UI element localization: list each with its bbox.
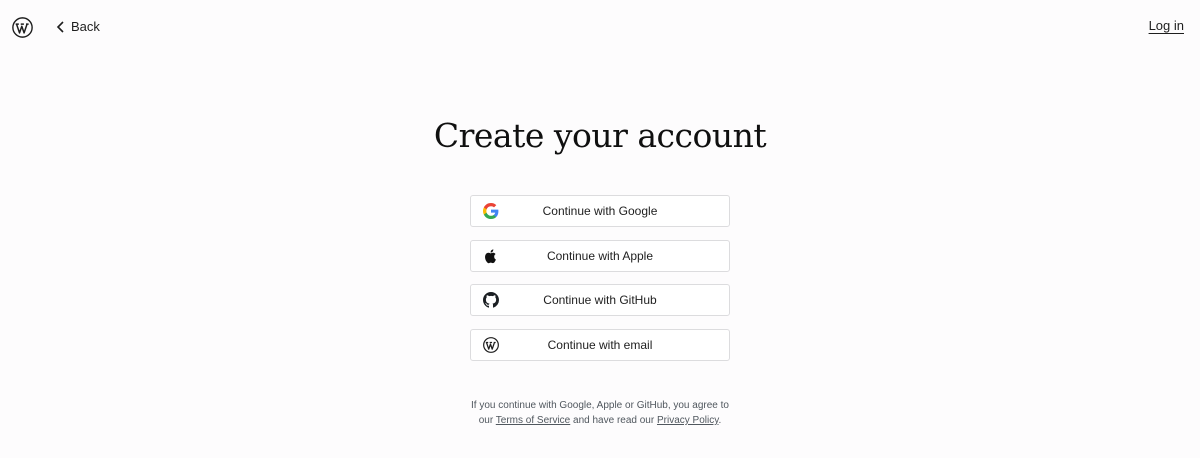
legal-middle: and have read our xyxy=(570,415,657,426)
legal-suffix: . xyxy=(718,415,722,426)
legal-notice: If you continue with Google, Apple or Gi… xyxy=(0,398,1200,428)
login-link[interactable]: Log in xyxy=(1149,18,1184,33)
privacy-policy-link[interactable]: Privacy Policy xyxy=(657,415,719,426)
chevron-left-icon xyxy=(56,20,65,33)
google-icon xyxy=(483,203,499,219)
continue-with-email-button[interactable]: Continue with email xyxy=(470,328,730,361)
auth-buttons: Continue with Google Continue with Apple… xyxy=(470,195,730,373)
legal-prefix: our xyxy=(478,415,496,426)
github-icon xyxy=(483,292,499,308)
continue-with-apple-button[interactable]: Continue with Apple xyxy=(470,239,730,272)
back-button[interactable]: Back xyxy=(56,19,100,34)
back-label: Back xyxy=(71,19,100,34)
terms-of-service-link[interactable]: Terms of Service xyxy=(496,415,570,426)
auth-button-label: Continue with Google xyxy=(542,204,658,218)
auth-button-label: Continue with email xyxy=(547,337,653,352)
page-title: Create your account xyxy=(433,116,767,155)
top-bar: Back Log in xyxy=(0,0,1200,56)
auth-button-label: Continue with Apple xyxy=(546,248,654,263)
legal-line-2: our Terms of Service and have read our P… xyxy=(0,413,1200,428)
auth-button-label: Continue with GitHub xyxy=(543,293,657,307)
wordpress-icon xyxy=(483,336,499,353)
legal-line-1: If you continue with Google, Apple or Gi… xyxy=(471,400,729,411)
continue-with-github-button[interactable]: Continue with GitHub xyxy=(470,284,730,316)
apple-icon xyxy=(483,248,499,264)
wordpress-logo-icon[interactable] xyxy=(12,17,33,38)
continue-with-google-button[interactable]: Continue with Google xyxy=(470,195,730,227)
